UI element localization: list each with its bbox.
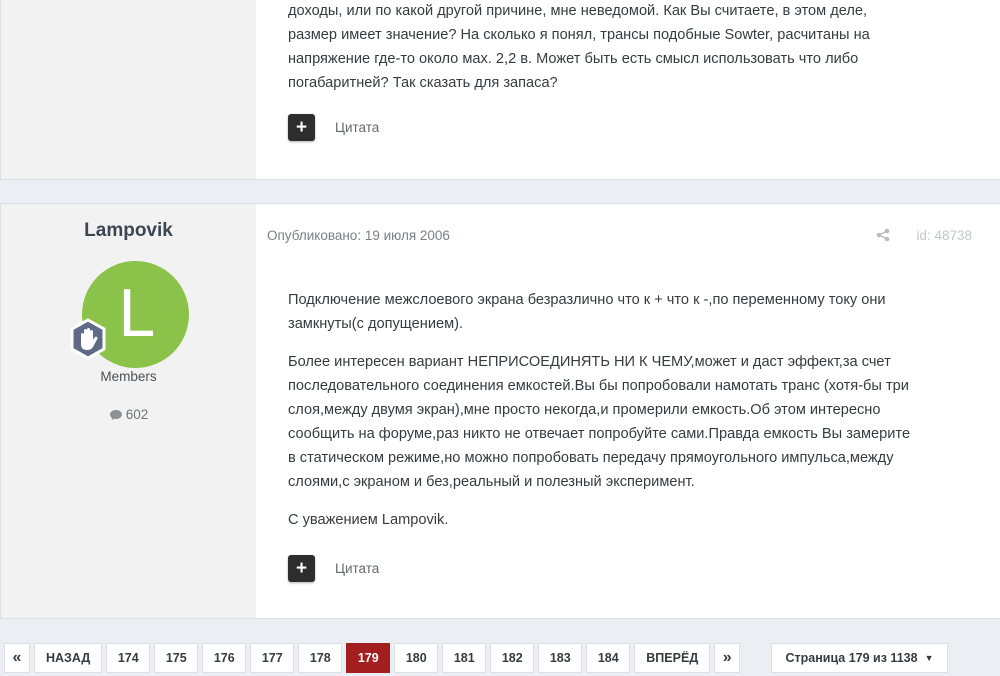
- page-link-182[interactable]: 182: [490, 643, 535, 673]
- text-line: замкнуты(с допущением).: [288, 316, 464, 332]
- text-line: Более интересен вариант НЕПРИСОЕДИНЯТЬ Н…: [288, 354, 891, 370]
- text-line: слоя,между двумя экран),мне просто неког…: [288, 402, 881, 418]
- multiquote-plus-button[interactable]: +: [288, 114, 315, 141]
- page-link-175[interactable]: 175: [154, 643, 199, 673]
- quote-row: + Цитата: [288, 114, 379, 141]
- quote-button[interactable]: Цитата: [335, 120, 379, 135]
- text-line: С уважением Lampovik.: [288, 512, 449, 528]
- quote-row: + Цитата: [288, 555, 379, 582]
- paragraph: Более интересен вариант НЕПРИСОЕДИНЯТЬ Н…: [288, 350, 960, 494]
- post-body: Опубликовано: 19 июля 2006 id: 48738 Под…: [257, 204, 1000, 618]
- page-link-181[interactable]: 181: [442, 643, 487, 673]
- author-column: [1, 0, 256, 179]
- multiquote-plus-button[interactable]: +: [288, 555, 315, 582]
- page-link-178[interactable]: 178: [298, 643, 343, 673]
- forum-post: Lampovik L Members 602 Опубликовано: 19 …: [0, 203, 1000, 619]
- post-content: доходы, или по какой другой причине, мне…: [288, 0, 960, 95]
- paragraph: Подключение межслоевого экрана безразлич…: [288, 288, 960, 336]
- author-name-link[interactable]: Lampovik: [1, 220, 256, 242]
- paragraph: С уважением Lampovik.: [288, 508, 960, 532]
- text-line: в статическом режиме,но можно попробоват…: [288, 450, 894, 466]
- quote-button[interactable]: Цитата: [335, 561, 379, 576]
- page-jump-dropdown[interactable]: Страница 179 из 1138 ▼: [771, 643, 948, 673]
- text-line: слоями,с экраном и без,реальный и полезн…: [288, 474, 695, 490]
- text-line: доходы, или по какой другой причине, мне…: [288, 3, 868, 19]
- text-line: последовательного соединения емкостей.Вы…: [288, 378, 909, 394]
- share-icon[interactable]: [876, 228, 890, 242]
- text-line: сообщить на форуме,раз никто не отвечает…: [288, 426, 911, 442]
- author-column: Lampovik L Members 602: [1, 204, 256, 618]
- post-count: 602: [1, 407, 256, 422]
- text-line: Подключение межслоевого экрана безразлич…: [288, 292, 886, 308]
- page-link-180[interactable]: 180: [394, 643, 439, 673]
- last-page-button[interactable]: »: [714, 643, 741, 673]
- text-line: погабаритней? Так сказать для запаса?: [288, 75, 558, 91]
- page-link-183[interactable]: 183: [538, 643, 583, 673]
- prev-page-button[interactable]: НАЗАД: [34, 643, 103, 673]
- text-line: напряжение где-то около мах. 2,2 в. Може…: [288, 51, 859, 67]
- post-body: доходы, или по какой другой причине, мне…: [257, 0, 1000, 179]
- next-page-button[interactable]: ВПЕРЁД: [634, 643, 711, 673]
- caret-down-icon: ▼: [924, 653, 934, 663]
- post-id[interactable]: id: 48738: [916, 228, 972, 243]
- page-link-current[interactable]: 179: [346, 643, 391, 673]
- text-line: размер имеет значение? На сколько я поня…: [288, 27, 870, 43]
- first-page-button[interactable]: «: [4, 643, 30, 673]
- post-count-value: 602: [125, 407, 149, 422]
- page-link-176[interactable]: 176: [202, 643, 247, 673]
- previous-post: доходы, или по какой другой причине, мне…: [0, 0, 1000, 180]
- page-status-label: Страница 179 из 1138: [785, 651, 918, 665]
- member-group: Members: [100, 369, 157, 384]
- page-link-174[interactable]: 174: [106, 643, 151, 673]
- pagination: « НАЗАД 174 175 176 177 178 179 180 181 …: [4, 643, 741, 673]
- page-link-184[interactable]: 184: [586, 643, 631, 673]
- published-date: Опубликовано: 19 июля 2006: [267, 228, 450, 243]
- hand-badge-icon: [70, 318, 106, 360]
- comment-icon: [109, 410, 122, 420]
- post-content: Подключение межслоевого экрана безразлич…: [288, 288, 960, 546]
- page-link-177[interactable]: 177: [250, 643, 295, 673]
